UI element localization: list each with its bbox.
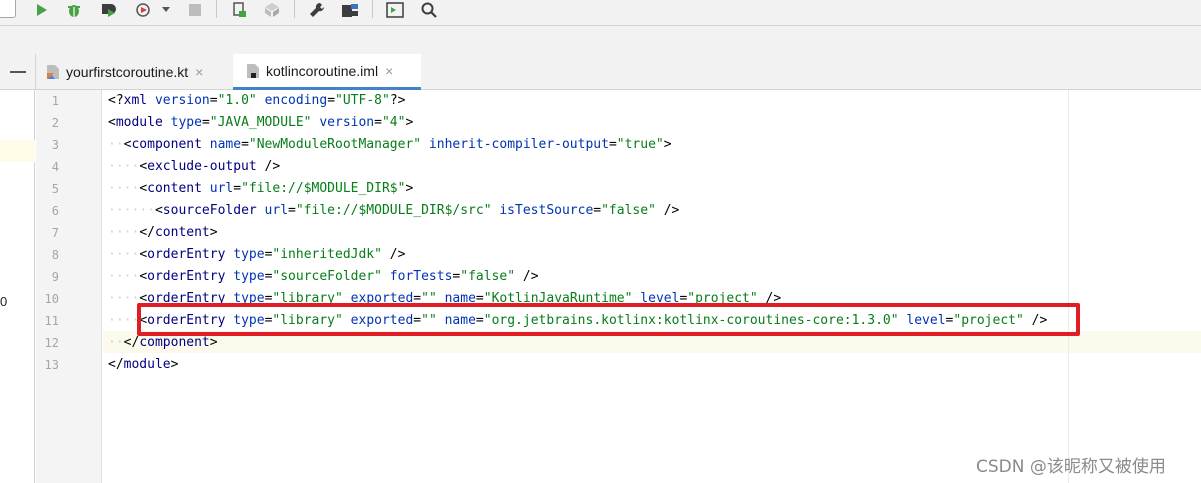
line-number: 1 [51, 94, 59, 108]
project-selected-row[interactable] [0, 140, 35, 162]
code-line[interactable]: ····</content> [108, 222, 218, 244]
toolbar-separator [372, 0, 373, 18]
line-number: 4 [51, 160, 59, 174]
main-toolbar [0, 0, 1201, 26]
chevron-down-icon[interactable] [155, 0, 177, 20]
close-icon[interactable]: × [385, 63, 393, 79]
tab-label: kotlincoroutine.iml [266, 62, 379, 79]
line-number: 9 [51, 270, 59, 284]
code-line[interactable]: ····<exclude-output /> [108, 156, 280, 178]
code-line[interactable]: <?xml version="1.0" encoding="UTF-8"?> [108, 90, 405, 112]
close-icon[interactable]: × [195, 64, 203, 80]
project-panel: 0 [0, 90, 35, 483]
search-icon[interactable] [418, 0, 440, 20]
code-line[interactable]: </module> [108, 354, 178, 376]
terminal-icon[interactable] [384, 0, 406, 20]
line-number: 7 [51, 226, 59, 240]
project-panel-fragment: 0 [0, 294, 8, 309]
right-margin-guide [1068, 90, 1069, 483]
line-number: 2 [51, 116, 59, 130]
code-line[interactable]: ····<orderEntry type="sourceFolder" forT… [108, 266, 539, 288]
minimize-icon[interactable] [10, 71, 26, 73]
line-number: 13 [44, 358, 59, 372]
line-number: 10 [44, 292, 59, 306]
build-icon[interactable] [228, 0, 250, 20]
run-icon[interactable] [30, 0, 52, 20]
code-line[interactable]: ····<orderEntry type="inheritedJdk" /> [108, 244, 405, 266]
line-number: 6 [51, 204, 59, 218]
tab-yourfirstcoroutine[interactable]: yourfirstcoroutine.kt × [46, 54, 232, 90]
line-number: 5 [51, 182, 59, 196]
editor-tab-bar: yourfirstcoroutine.kt × kotlincoroutine.… [0, 54, 1201, 90]
highlight-annotation-box [137, 303, 1080, 336]
line-number: 11 [44, 314, 59, 328]
run-configuration-combo[interactable] [0, 0, 16, 18]
kotlin-file-icon [46, 64, 60, 80]
toolbar-separator [294, 0, 295, 18]
code-line[interactable]: ··<component name="NewModuleRootManager"… [108, 134, 672, 156]
stop-icon[interactable] [184, 0, 206, 20]
tab-kotlincoroutine-iml[interactable]: kotlincoroutine.iml × [233, 54, 421, 90]
toolbar-separator [216, 0, 217, 18]
tab-label: yourfirstcoroutine.kt [66, 64, 189, 80]
watermark: CSDN @该昵称又被使用 [976, 457, 1166, 477]
build-artifact-icon[interactable] [261, 0, 283, 20]
profile-icon[interactable] [133, 0, 155, 20]
module-file-icon [246, 63, 260, 79]
run-with-coverage-icon[interactable] [97, 0, 119, 20]
debug-icon[interactable] [63, 0, 85, 20]
line-number: 8 [51, 248, 59, 262]
code-line[interactable]: ······<sourceFolder url="file://$MODULE_… [108, 200, 679, 222]
project-structure-icon[interactable] [339, 0, 361, 20]
line-number: 3 [51, 138, 59, 152]
code-line[interactable]: <module type="JAVA_MODULE" version="4"> [108, 112, 413, 134]
code-line[interactable]: ····<content url="file://$MODULE_DIR$"> [108, 178, 413, 200]
code-editor[interactable]: <?xml version="1.0" encoding="UTF-8"?> <m… [103, 90, 1201, 483]
line-number-gutter[interactable]: 1 2 3 4 5 6 7 8 9 10 11 12 13 [36, 90, 102, 483]
toolbar-spacer [0, 26, 1201, 54]
settings-wrench-icon[interactable] [306, 0, 328, 20]
line-number: 12 [44, 336, 59, 350]
